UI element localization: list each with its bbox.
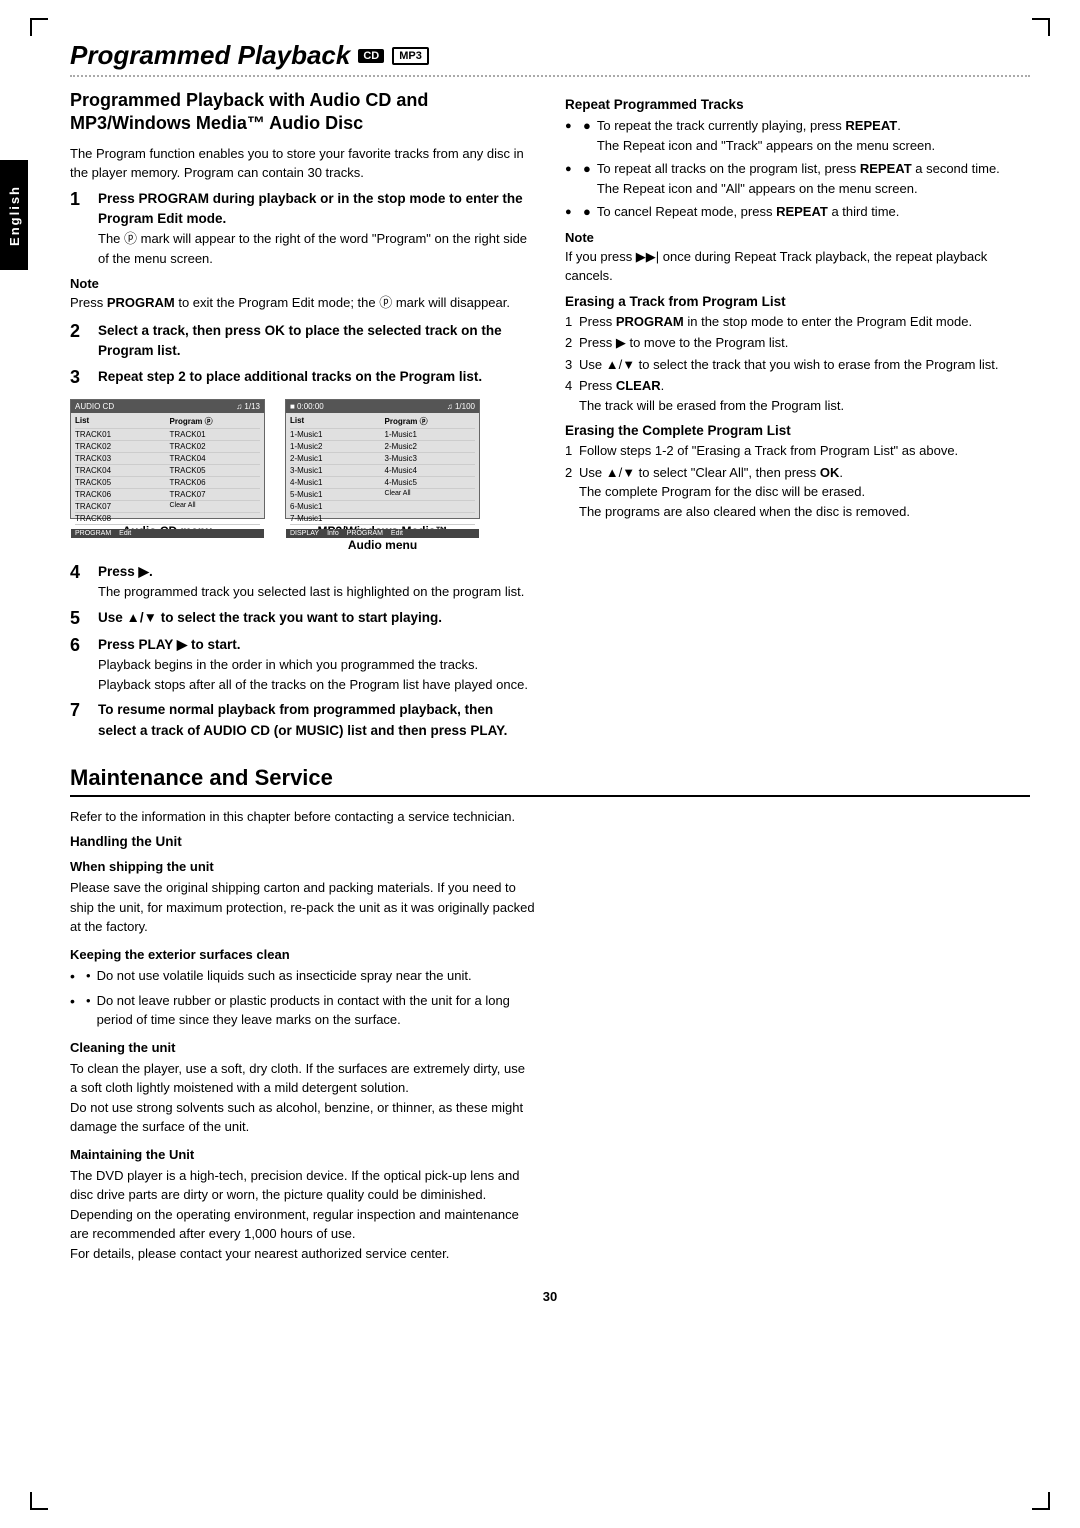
note-1: Note Press PROGRAM to exit the Program E… bbox=[70, 276, 535, 313]
maintaining-text: The DVD player is a high-tech, precision… bbox=[70, 1166, 535, 1264]
step-4: 4 Press ▶. The programmed track you sele… bbox=[70, 562, 535, 602]
shipping-text: Please save the original shipping carton… bbox=[70, 878, 535, 937]
corner-mark-br bbox=[1032, 1492, 1050, 1510]
step-3-title: Repeat step 2 to place additional tracks… bbox=[98, 369, 482, 384]
screen-2-caption2: Audio menu bbox=[348, 538, 417, 552]
step-1-num: 1 bbox=[70, 189, 92, 269]
page-number: 30 bbox=[70, 1289, 1030, 1304]
erase-track-steps: 1 Press PROGRAM in the stop mode to ente… bbox=[565, 312, 1030, 416]
screen-2-image: ■ 0:00:00 ♫ 1/100 List Program ⓟ 1-Music… bbox=[285, 399, 480, 519]
step-3: 3 Repeat step 2 to place additional trac… bbox=[70, 367, 535, 389]
screen-1-image: AUDIO CD ♫ 1/13 List Program ⓟ TRACK01TR… bbox=[70, 399, 265, 519]
step-3-num: 3 bbox=[70, 367, 92, 389]
erase-program-step-1: 1 Follow steps 1-2 of "Erasing a Track f… bbox=[565, 441, 1030, 461]
exterior-title: Keeping the exterior surfaces clean bbox=[70, 947, 535, 962]
step-2: 2 Select a track, then press OK to place… bbox=[70, 321, 535, 362]
handling-title: Handling the Unit bbox=[70, 834, 535, 849]
step-5-num: 5 bbox=[70, 608, 92, 630]
step-7-title: To resume normal playback from programme… bbox=[98, 702, 507, 737]
step-6-num: 6 bbox=[70, 635, 92, 694]
maintenance-left: Refer to the information in this chapter… bbox=[70, 807, 535, 1270]
page: English Programmed Playback CD MP3 Progr… bbox=[0, 0, 1080, 1528]
english-tab: English bbox=[0, 160, 28, 270]
repeat-title: Repeat Programmed Tracks bbox=[565, 97, 1030, 112]
step-2-title: Select a track, then press OK to place t… bbox=[98, 323, 502, 358]
corner-mark-tr bbox=[1032, 18, 1050, 36]
note-2: Note If you press ▶▶| once during Repeat… bbox=[565, 230, 1030, 286]
erase-track-step-1: 1 Press PROGRAM in the stop mode to ente… bbox=[565, 312, 1030, 332]
step-3-content: Repeat step 2 to place additional tracks… bbox=[98, 367, 535, 389]
step-4-title: Press ▶. bbox=[98, 564, 153, 579]
step-1-content: Press PROGRAM during playback or in the … bbox=[98, 189, 535, 269]
erase-track-title: Erasing a Track from Program List bbox=[565, 294, 1030, 309]
repeat-bullets-list: ● To repeat the track currently playing,… bbox=[565, 116, 1030, 222]
erase-track-step-3: 3 Use ▲/▼ to select the track that you w… bbox=[565, 355, 1030, 375]
step-2-content: Select a track, then press OK to place t… bbox=[98, 321, 535, 362]
title-divider bbox=[70, 75, 1030, 77]
repeat-bullet-2-text: To repeat all tracks on the program list… bbox=[597, 159, 1000, 198]
step-6-content: Press PLAY ▶ to start. Playback begins i… bbox=[98, 635, 535, 694]
erase-program-steps: 1 Follow steps 1-2 of "Erasing a Track f… bbox=[565, 441, 1030, 521]
cleaning-title: Cleaning the unit bbox=[70, 1040, 535, 1055]
corner-mark-bl bbox=[30, 1492, 48, 1510]
step-6-title: Press PLAY ▶ to start. bbox=[98, 637, 240, 652]
step-1-title: Press PROGRAM during playback or in the … bbox=[98, 191, 523, 226]
screen-1-block: AUDIO CD ♫ 1/13 List Program ⓟ TRACK01TR… bbox=[70, 399, 265, 538]
step-6-body: Playback begins in the order in which yo… bbox=[98, 657, 478, 672]
repeat-bullet-3-text: To cancel Repeat mode, press REPEAT a th… bbox=[597, 202, 900, 222]
exterior-bullet-1: • Do not use volatile liquids such as in… bbox=[70, 966, 535, 987]
main-title-text: Programmed Playback bbox=[70, 40, 350, 71]
repeat-bullet-1-text: To repeat the track currently playing, p… bbox=[597, 116, 935, 155]
maintaining-title: Maintaining the Unit bbox=[70, 1147, 535, 1162]
corner-mark-tl bbox=[30, 18, 48, 36]
erase-program-title: Erasing the Complete Program List bbox=[565, 423, 1030, 438]
intro-text: The Program function enables you to stor… bbox=[70, 144, 535, 183]
step-5-title: Use ▲/▼ to select the track you want to … bbox=[98, 610, 442, 625]
repeat-bullet-1: ● To repeat the track currently playing,… bbox=[565, 116, 1030, 155]
step-1-body: The ⓟ mark will appear to the right of t… bbox=[98, 231, 527, 266]
repeat-bullet-2: ● To repeat all tracks on the program li… bbox=[565, 159, 1030, 198]
step-6-body2: Playback stops after all of the tracks o… bbox=[98, 677, 528, 692]
screen-2-block: ■ 0:00:00 ♫ 1/100 List Program ⓟ 1-Music… bbox=[285, 399, 480, 552]
maintenance-section: Maintenance and Service Refer to the inf… bbox=[70, 765, 1030, 1270]
screens-area: AUDIO CD ♫ 1/13 List Program ⓟ TRACK01TR… bbox=[70, 399, 535, 552]
exterior-bullet-2: • Do not leave rubber or plastic product… bbox=[70, 991, 535, 1030]
step-7-content: To resume normal playback from programme… bbox=[98, 700, 535, 741]
mp3-badge: MP3 bbox=[392, 47, 429, 65]
step-5-content: Use ▲/▼ to select the track you want to … bbox=[98, 608, 535, 630]
shipping-title: When shipping the unit bbox=[70, 859, 535, 874]
note-1-text: Press PROGRAM to exit the Program Edit m… bbox=[70, 293, 535, 313]
left-column: Programmed Playback with Audio CD and MP… bbox=[70, 89, 535, 747]
maintenance-title: Maintenance and Service bbox=[70, 765, 1030, 797]
section-heading: Programmed Playback with Audio CD and MP… bbox=[70, 89, 535, 136]
maintenance-right bbox=[565, 807, 1030, 1270]
erase-program-step-2: 2 Use ▲/▼ to select "Clear All", then pr… bbox=[565, 463, 1030, 522]
step-4-content: Press ▶. The programmed track you select… bbox=[98, 562, 535, 602]
erase-track-step-2: 2 Press ▶ to move to the Program list. bbox=[565, 333, 1030, 353]
two-column-layout: Programmed Playback with Audio CD and MP… bbox=[70, 89, 1030, 747]
exterior-bullets: • Do not use volatile liquids such as in… bbox=[70, 966, 535, 1030]
step-5: 5 Use ▲/▼ to select the track you want t… bbox=[70, 608, 535, 630]
main-title-block: Programmed Playback CD MP3 bbox=[70, 40, 1030, 71]
maintenance-two-col: Refer to the information in this chapter… bbox=[70, 807, 1030, 1270]
step-4-num: 4 bbox=[70, 562, 92, 602]
step-1: 1 Press PROGRAM during playback or in th… bbox=[70, 189, 535, 269]
step-6: 6 Press PLAY ▶ to start. Playback begins… bbox=[70, 635, 535, 694]
note-2-title: Note bbox=[565, 230, 1030, 245]
note-1-title: Note bbox=[70, 276, 535, 291]
step-4-body: The programmed track you selected last i… bbox=[98, 584, 524, 599]
maintenance-intro: Refer to the information in this chapter… bbox=[70, 807, 535, 827]
note-2-text: If you press ▶▶| once during Repeat Trac… bbox=[565, 247, 1030, 286]
erase-track-step-4: 4 Press CLEAR. The track will be erased … bbox=[565, 376, 1030, 415]
cd-badge: CD bbox=[358, 49, 384, 63]
right-column: Repeat Programmed Tracks ● To repeat the… bbox=[565, 89, 1030, 747]
cleaning-text: To clean the player, use a soft, dry clo… bbox=[70, 1059, 535, 1137]
step-2-num: 2 bbox=[70, 321, 92, 362]
step-7-num: 7 bbox=[70, 700, 92, 741]
repeat-bullet-3: ● To cancel Repeat mode, press REPEAT a … bbox=[565, 202, 1030, 222]
step-7: 7 To resume normal playback from program… bbox=[70, 700, 535, 741]
